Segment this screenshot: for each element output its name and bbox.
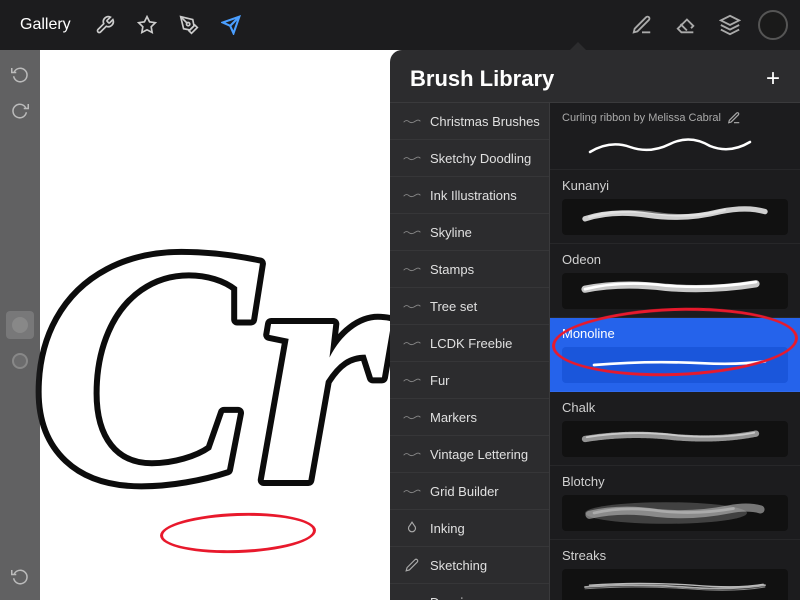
undo-bottom[interactable] (6, 562, 34, 590)
brush-icon (402, 113, 422, 129)
eraser-icon[interactable] (670, 9, 702, 41)
brush-preview-blotchy (562, 495, 788, 531)
s-brush-icon[interactable] (173, 9, 205, 41)
category-label-markers: Markers (430, 410, 477, 425)
brush-preview-odeon (562, 273, 788, 309)
pencil-icon (402, 557, 422, 573)
brush-library-panel: Brush Library + Christmas Brushes Sketchy… (390, 50, 800, 600)
category-label-stamps: Stamps (430, 262, 474, 277)
brush-preview-monoline (562, 347, 788, 383)
category-item-treeset[interactable]: Tree set (390, 288, 549, 325)
brush-icon (402, 150, 422, 166)
redo-tool[interactable] (6, 96, 34, 124)
brush-icon (402, 224, 422, 240)
category-label-lcdk: LCDK Freebie (430, 336, 512, 351)
brush-list: Curling ribbon by Melissa Cabral Kunanyi… (550, 103, 800, 600)
brush-name-streaks: Streaks (562, 548, 788, 563)
brush-item-chalk[interactable]: Chalk (550, 392, 800, 466)
brush-icon (402, 446, 422, 462)
category-item-sketching[interactable]: Sketching (390, 547, 549, 584)
brush-icon (402, 594, 422, 600)
brush-size-tool[interactable] (6, 311, 34, 339)
category-label-ink: Ink Illustrations (430, 188, 517, 203)
category-label-vintage: Vintage Lettering (430, 447, 528, 462)
brush-name-kunanyi: Kunanyi (562, 178, 788, 193)
brush-name-chalk: Chalk (562, 400, 788, 415)
brush-icon (402, 409, 422, 425)
panel-caret (570, 42, 586, 50)
brush-item-monoline[interactable]: Monoline (550, 318, 800, 392)
brush-item-blotchy[interactable]: Blotchy (550, 466, 800, 540)
category-item-drawing[interactable]: Drawing (390, 584, 549, 600)
pen-icon[interactable] (626, 9, 658, 41)
brush-icon (402, 372, 422, 388)
category-item-grid[interactable]: Grid Builder (390, 473, 549, 510)
gallery-button[interactable]: Gallery (12, 12, 79, 38)
category-item-inking[interactable]: Inking (390, 510, 549, 547)
category-label-inking: Inking (430, 521, 465, 536)
toolbar-left: Gallery (12, 9, 247, 41)
category-item-lcdk[interactable]: LCDK Freebie (390, 325, 549, 362)
brush-icon (402, 298, 422, 314)
avatar (758, 10, 788, 40)
brush-item-odeon[interactable]: Odeon (550, 244, 800, 318)
brush-library-header: Brush Library + (390, 50, 800, 103)
add-brush-button[interactable]: + (766, 67, 780, 91)
left-sidebar (0, 50, 40, 600)
category-list: Christmas Brushes Sketchy Doodling Ink Ill… (390, 103, 550, 600)
brush-item-streaks[interactable]: Streaks (550, 540, 800, 600)
undo-tool[interactable] (6, 60, 34, 88)
category-item-ink[interactable]: Ink Illustrations (390, 177, 549, 214)
category-item-christmas[interactable]: Christmas Brushes (390, 103, 549, 140)
layers-icon[interactable] (714, 9, 746, 41)
brush-icon (402, 483, 422, 499)
opacity-tool[interactable] (6, 347, 34, 375)
brush-icon (402, 335, 422, 351)
brush-icon (402, 261, 422, 277)
category-item-fur[interactable]: Fur (390, 362, 549, 399)
brush-library-body: Christmas Brushes Sketchy Doodling Ink Ill… (390, 103, 800, 600)
category-item-stamps[interactable]: Stamps (390, 251, 549, 288)
category-item-vintage[interactable]: Vintage Lettering (390, 436, 549, 473)
category-label-treeset: Tree set (430, 299, 477, 314)
wrench-icon[interactable] (89, 9, 121, 41)
category-label-fur: Fur (430, 373, 450, 388)
brush-item-kunanyi[interactable]: Kunanyi (550, 170, 800, 244)
brush-library-title: Brush Library (410, 66, 554, 92)
star-icon[interactable] (131, 9, 163, 41)
brush-name-monoline: Monoline (562, 326, 788, 341)
category-label-grid: Grid Builder (430, 484, 499, 499)
category-label-christmas: Christmas Brushes (430, 114, 540, 129)
brush-name-odeon: Odeon (562, 252, 788, 267)
brush-preview-streaks (562, 569, 788, 600)
toolbar-right (626, 9, 788, 41)
category-label-drawing: Drawing (430, 595, 478, 600)
current-brush-label: Curling ribbon by Melissa Cabral (562, 112, 721, 124)
brush-name-blotchy: Blotchy (562, 474, 788, 489)
brush-preview-chalk (562, 421, 788, 457)
send-icon[interactable] (215, 9, 247, 41)
category-label-sketchy: Sketchy Doodling (430, 151, 531, 166)
category-item-sketchy[interactable]: Sketchy Doodling (390, 140, 549, 177)
top-toolbar: Gallery (0, 0, 800, 50)
brush-preview-kunanyi (562, 199, 788, 235)
drop-icon (402, 520, 422, 536)
category-item-skyline[interactable]: Skyline (390, 214, 549, 251)
category-label-sketching: Sketching (430, 558, 487, 573)
category-label-skyline: Skyline (430, 225, 472, 240)
brush-icon (402, 187, 422, 203)
category-item-markers[interactable]: Markers (390, 399, 549, 436)
